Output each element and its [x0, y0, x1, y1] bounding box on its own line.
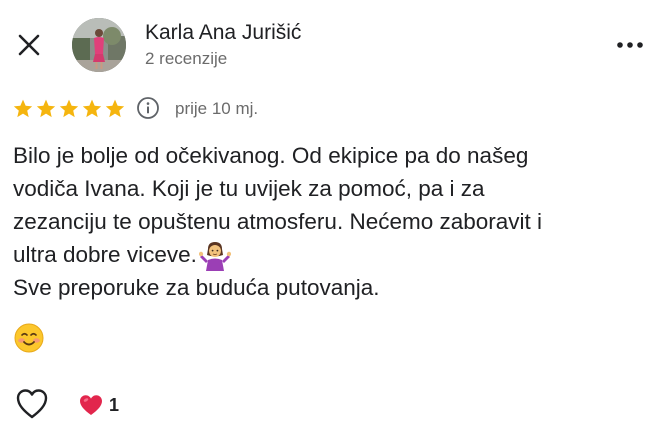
reviewer-review-count: 2 recenzije — [145, 49, 228, 68]
close-icon — [18, 34, 40, 56]
star-icon — [82, 99, 102, 118]
smiling-face-emoji — [14, 323, 44, 353]
info-button[interactable] — [136, 96, 160, 120]
info-icon — [137, 97, 159, 119]
reaction-summary[interactable]: 1 — [78, 392, 119, 418]
close-button[interactable] — [14, 30, 44, 60]
review-date: prije 10 mj. — [175, 99, 259, 118]
star-icon — [13, 99, 33, 118]
more-options-button[interactable] — [612, 36, 648, 54]
more-icon — [617, 42, 643, 48]
woman-shrugging-emoji — [198, 242, 231, 272]
star-icon — [59, 99, 79, 118]
review-line-with-emoji: ultra dobre viceve. — [13, 238, 658, 272]
smiling-face-emoji-wrap — [13, 322, 47, 356]
review-line: Bilo je bolje od očekivanog. Od ekipice … — [13, 143, 529, 168]
avatar[interactable] — [72, 18, 126, 72]
like-button[interactable] — [14, 387, 50, 421]
star-rating — [12, 98, 126, 120]
star-icon — [36, 99, 56, 118]
review-text: Bilo je bolje od očekivanog. Od ekipice … — [13, 139, 658, 304]
avatar-photo — [72, 18, 126, 72]
review-line: vodiča Ivana. Koji je tu uvijek za pomoć… — [13, 176, 485, 201]
review-line: zezanciju te opuštenu atmosferu. Nećemo … — [13, 209, 543, 234]
reaction-count: 1 — [109, 395, 120, 415]
star-icon — [105, 99, 125, 118]
red-heart-icon — [80, 395, 102, 415]
review-line: ultra dobre viceve. — [13, 242, 197, 267]
heart-outline-icon — [16, 389, 48, 419]
reviewer-name[interactable]: Karla Ana Jurišić — [145, 20, 301, 46]
review-line: Sve preporuke za buduća putovanja. — [13, 275, 380, 300]
